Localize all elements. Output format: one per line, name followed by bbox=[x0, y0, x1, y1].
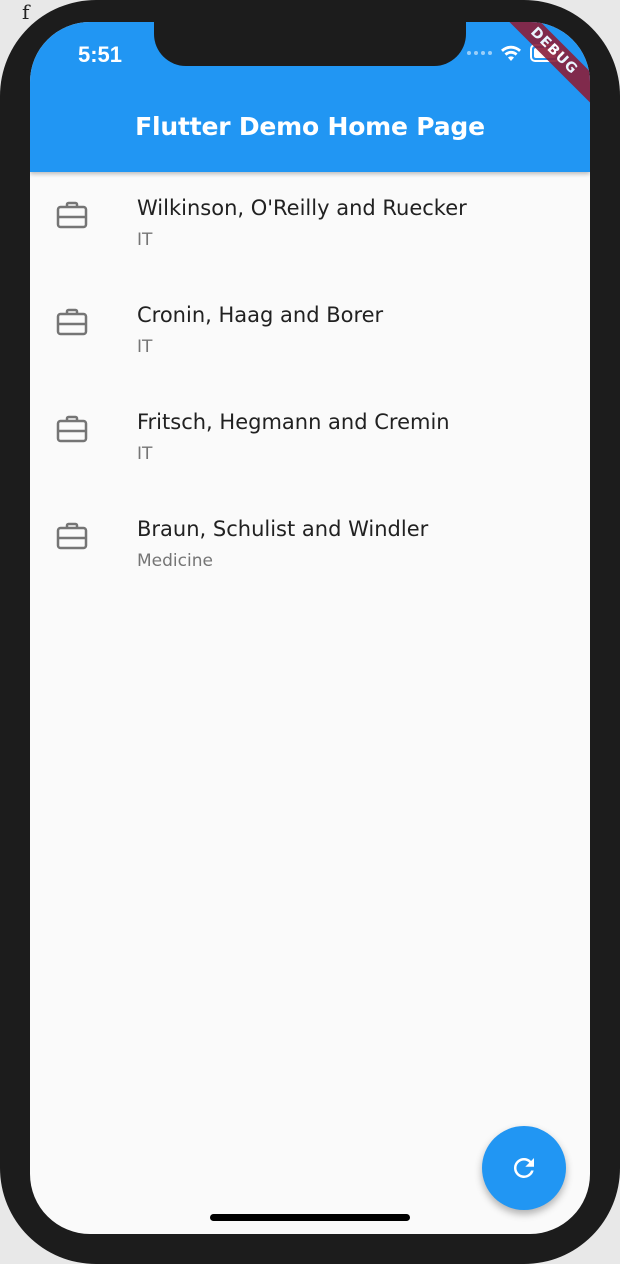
company-name: Fritsch, Hegmann and Cremin bbox=[137, 410, 450, 434]
refresh-icon bbox=[513, 1158, 534, 1178]
list-item[interactable]: Cronin, Haag and Borer IT bbox=[30, 279, 590, 386]
company-name: Wilkinson, O'Reilly and Ruecker bbox=[137, 196, 467, 220]
page-title: Flutter Demo Home Page bbox=[135, 112, 485, 141]
company-category: IT bbox=[137, 444, 153, 464]
signal-dots-icon bbox=[467, 51, 492, 55]
briefcase-icon bbox=[56, 201, 88, 229]
list-item[interactable]: Braun, Schulist and Windler Medicine bbox=[30, 493, 590, 600]
company-category: Medicine bbox=[137, 551, 213, 571]
company-list: Wilkinson, O'Reilly and Ruecker IT Croni… bbox=[30, 172, 590, 600]
company-category: IT bbox=[137, 337, 153, 357]
app-screen: 5:51 Flutter Demo Home Page DEBUG Wilkin… bbox=[30, 22, 590, 1234]
refresh-button[interactable] bbox=[482, 1126, 566, 1210]
company-name: Braun, Schulist and Windler bbox=[137, 517, 429, 541]
company-category: IT bbox=[137, 230, 153, 250]
briefcase-icon bbox=[56, 415, 88, 443]
debug-banner: DEBUG bbox=[496, 22, 590, 109]
company-name: Cronin, Haag and Borer bbox=[137, 303, 384, 327]
briefcase-icon bbox=[56, 308, 88, 336]
home-indicator[interactable] bbox=[210, 1214, 410, 1221]
briefcase-icon bbox=[56, 522, 88, 550]
list-item[interactable]: Wilkinson, O'Reilly and Ruecker IT bbox=[30, 172, 590, 279]
phone-frame: 5:51 Flutter Demo Home Page DEBUG Wilkin… bbox=[0, 0, 620, 1264]
wifi-icon bbox=[501, 45, 521, 61]
list-item[interactable]: Fritsch, Hegmann and Cremin IT bbox=[30, 386, 590, 493]
device-notch bbox=[154, 22, 466, 66]
status-time: 5:51 bbox=[78, 42, 123, 67]
